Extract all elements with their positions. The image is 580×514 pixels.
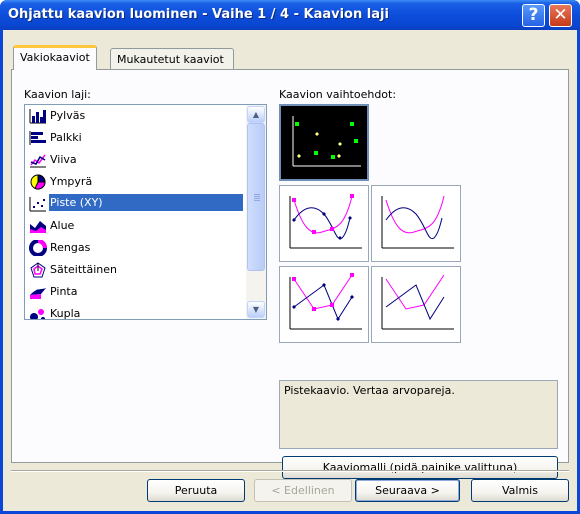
xy-scatter-icon xyxy=(29,197,46,212)
back-label: < Edellinen xyxy=(271,484,335,497)
subtype-scatter-straight-lines[interactable] xyxy=(371,266,461,343)
list-item-selected[interactable]: Piste (XY) xyxy=(27,193,246,215)
scatter-straight-markers-icon xyxy=(289,273,362,330)
list-item[interactable]: Rengas xyxy=(27,237,246,259)
scroll-down-arrow-icon[interactable]: ▼ xyxy=(247,301,265,318)
window-title: Ohjattu kaavion luominen - Vaihe 1 / 4 -… xyxy=(8,7,389,22)
pie-chart-icon xyxy=(30,174,46,190)
tab-panel: Kaavion laji: Pylväs Palkki Viiva Ympyrä… xyxy=(11,69,569,479)
finish-button[interactable]: Valmis xyxy=(471,479,569,502)
line-chart-icon xyxy=(30,154,46,168)
help-button[interactable]: ? xyxy=(522,4,545,27)
scroll-up-arrow-icon[interactable]: ▲ xyxy=(247,106,265,123)
subtype-scatter-smooth-lines-markers[interactable] xyxy=(279,185,369,262)
grip-icon xyxy=(254,194,260,202)
scatter-straight-lines-icon xyxy=(381,274,454,330)
doughnut-chart-icon xyxy=(29,240,47,256)
scatter-markers-icon xyxy=(292,116,361,167)
tab-label: Mukautetut kaaviot xyxy=(117,53,224,66)
list-item[interactable]: Alue xyxy=(27,215,246,237)
bar-chart-icon xyxy=(29,131,46,145)
list-item[interactable]: Pinta xyxy=(27,281,246,303)
chart-type-label: Rengas xyxy=(50,241,91,254)
back-button[interactable]: < Edellinen xyxy=(254,479,352,502)
preview-button-label: Kaaviomalli (pidä painike valittuna) xyxy=(322,461,518,474)
dialog-window: Ohjattu kaavion luominen - Vaihe 1 / 4 -… xyxy=(0,0,580,514)
bubble-chart-icon xyxy=(30,309,45,319)
title-bar[interactable]: Ohjattu kaavion luominen - Vaihe 1 / 4 -… xyxy=(0,0,580,30)
area-chart-icon xyxy=(30,221,46,233)
chart-type-label: Piste (XY) xyxy=(48,193,244,212)
subtype-scatter-straight-lines-markers[interactable] xyxy=(279,266,369,343)
cancel-button[interactable]: Peruuta xyxy=(147,479,245,502)
tab-standard-charts[interactable]: Vakiokaaviot xyxy=(13,45,97,70)
list-item[interactable]: Viiva xyxy=(27,149,246,171)
chart-type-list[interactable]: Pylväs Palkki Viiva Ympyrä Piste (XY) Al… xyxy=(24,104,267,320)
finish-label: Valmis xyxy=(502,484,538,497)
preview-sample-button[interactable]: Kaaviomalli (pidä painike valittuna) xyxy=(282,456,558,479)
list-item[interactable]: Ympyrä xyxy=(27,171,246,193)
chart-type-label: Viiva xyxy=(50,153,77,166)
scroll-thumb[interactable] xyxy=(247,123,265,271)
chart-type-label: Alue xyxy=(50,219,75,232)
chart-type-label: Säteittäinen xyxy=(50,263,117,276)
dialog-body: Vakiokaaviot Mukautetut kaaviot Kaavion … xyxy=(3,30,577,511)
chart-type-label: Kaavion laji: xyxy=(24,88,91,101)
column-chart-icon xyxy=(29,109,46,124)
list-item[interactable]: Kupla xyxy=(27,303,246,320)
list-item[interactable]: Palkki xyxy=(27,127,246,149)
subtype-scatter-markers[interactable] xyxy=(279,104,369,181)
close-button[interactable]: ✕ xyxy=(549,4,572,27)
surface-chart-icon xyxy=(30,287,46,299)
list-item[interactable]: Säteittäinen xyxy=(27,259,246,281)
next-label: Seuraava > xyxy=(375,484,440,497)
chart-type-label: Kupla xyxy=(50,307,81,320)
radar-chart-icon xyxy=(30,262,46,278)
button-separator xyxy=(11,470,569,472)
chart-type-label: Pylväs xyxy=(50,109,86,122)
subtype-scatter-smooth-lines[interactable] xyxy=(371,185,461,262)
description-box: Pistekaavio. Vertaa arvopareja. xyxy=(279,380,558,449)
scatter-smooth-lines-icon xyxy=(381,195,454,249)
chart-description: Pistekaavio. Vertaa arvopareja. xyxy=(284,384,455,397)
vertical-scrollbar[interactable]: ▲ ▼ xyxy=(246,105,266,319)
cancel-label: Peruuta xyxy=(174,484,218,497)
chart-type-label: Pinta xyxy=(50,285,78,298)
chart-type-label: Palkki xyxy=(50,131,82,144)
chart-type-label: Ympyrä xyxy=(50,175,93,188)
list-item[interactable]: Pylväs xyxy=(27,105,246,127)
scatter-smooth-markers-icon xyxy=(289,194,362,249)
tab-custom-charts[interactable]: Mukautetut kaaviot xyxy=(110,48,234,70)
next-button[interactable]: Seuraava > xyxy=(355,479,460,502)
tab-label: Vakiokaaviot xyxy=(20,51,90,64)
subtype-label: Kaavion vaihtoehdot: xyxy=(279,88,397,101)
